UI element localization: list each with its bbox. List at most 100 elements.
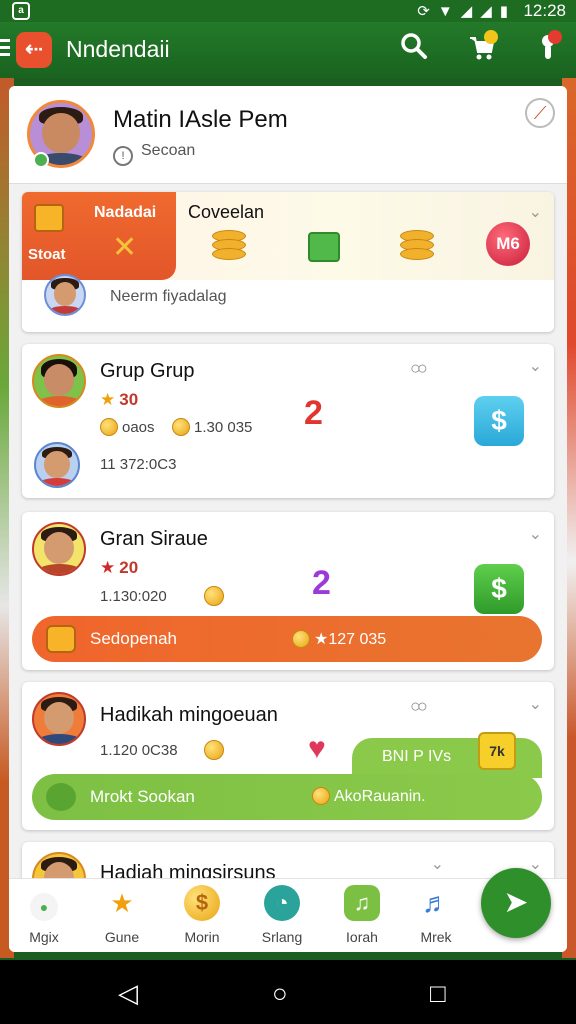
rank-badge-icon: 2: [304, 394, 323, 432]
nav-item-music[interactable]: ♫ Iorah: [327, 885, 397, 945]
chat-icon: ➤: [503, 886, 529, 919]
reward-bar[interactable]: Mrokt Sookan AkoRauanin.: [32, 774, 542, 820]
dollar-icon[interactable]: $: [474, 564, 524, 614]
coin-icon: [204, 586, 224, 606]
reward-bar-label: Sedopenah: [90, 629, 177, 648]
list-item[interactable]: Gran Siraue ★ 20 1.130:020 ⌄ 2 $ Sedopena…: [22, 512, 554, 670]
avatar[interactable]: [34, 442, 80, 488]
coin-icon: [100, 418, 118, 436]
back-icon[interactable]: ◁: [118, 978, 138, 1009]
featured-list-text: Neerm fiyadalag: [110, 288, 227, 305]
coin-stat: 1.30 035: [172, 418, 252, 436]
coin-icon: [204, 740, 224, 760]
star-icon: ★: [100, 390, 116, 409]
card-date: 11 372:0C3: [100, 456, 177, 473]
rating: ★ 20: [100, 558, 139, 577]
clock-icon: !: [113, 146, 133, 166]
rank-badge-icon: 2: [312, 564, 331, 602]
notification-badge: [548, 30, 562, 44]
close-icon[interactable]: ⟋: [525, 98, 555, 128]
avatar[interactable]: [32, 692, 86, 746]
reward-bar-label: Mrokt Sookan: [90, 787, 195, 806]
leaf-icon: [46, 783, 76, 811]
nav-item-rating[interactable]: ★ Gune: [87, 885, 157, 945]
nav-label: Srlang: [261, 929, 303, 945]
rating: ★ 30: [100, 390, 139, 409]
card-stat: 1.120 0C38: [100, 742, 178, 759]
cart-badge: [484, 30, 498, 44]
app-title: Nndendaii: [66, 36, 170, 62]
reward-bar-value: ★127 035: [292, 629, 386, 649]
profile-card[interactable]: Matin IAsle Pem ! Secoan ⟋: [9, 86, 567, 184]
avatar[interactable]: [32, 522, 86, 576]
nav-item-audio[interactable]: ♬ Mrek: [401, 885, 471, 945]
music-note-icon: ♬: [422, 887, 450, 918]
recents-icon[interactable]: □: [430, 978, 446, 1009]
reward-badge-icon: M6: [486, 222, 530, 266]
status-icons: ⟳▼◢◢▮: [417, 3, 516, 20]
gift-box-icon: [46, 625, 76, 653]
user-icon: ◔: [264, 885, 300, 921]
chat-fab-button[interactable]: ➤: [481, 868, 551, 938]
cross-icon: ✕: [112, 231, 138, 264]
reward-bar-value: AkoRauanin.: [312, 787, 426, 806]
profile-name: Matin IAsle Pem: [113, 106, 288, 133]
featured-tab-label: Stoat: [28, 246, 66, 263]
menu-icon[interactable]: [0, 39, 10, 59]
star-icon: ★: [110, 888, 134, 918]
nav-label: Mrek: [420, 929, 452, 945]
nav-item-coins[interactable]: $ Morin: [167, 885, 237, 945]
app-notification-icon: a: [12, 2, 30, 20]
search-icon[interactable]: [396, 32, 432, 68]
list-item[interactable]: Grup Grup ★ 30 oaos 1.30 035 ○○ ⌄ 2 $ 11 …: [22, 344, 554, 498]
star-icon: ★: [100, 558, 116, 577]
system-nav-bar: ◁ ○ □: [0, 960, 576, 1024]
main-panel: Matin IAsle Pem ! Secoan ⟋ Nadadai ✕ Stoa…: [9, 86, 567, 952]
chevron-down-icon[interactable]: ⌄: [431, 854, 444, 874]
music-icon: ♫: [344, 885, 380, 921]
infinity-icon: ○○: [410, 358, 428, 378]
chevron-down-icon[interactable]: ⌄: [529, 694, 542, 714]
back-arrow-icon: ⇠: [24, 36, 44, 61]
featured-card[interactable]: Nadadai ✕ Stoat Coveelan M6 ⌄ Neerm fiya…: [22, 192, 554, 332]
coin-stat: oaos: [100, 418, 155, 436]
infinity-icon: ○○: [410, 696, 428, 716]
nav-label: Gune: [104, 929, 140, 945]
nav-label: Mgix: [29, 929, 59, 945]
card-title: Gran Siraue: [100, 528, 208, 550]
back-button[interactable]: ⇠: [16, 32, 52, 68]
chevron-down-icon[interactable]: ⌄: [529, 524, 542, 544]
home-icon[interactable]: ○: [272, 978, 288, 1009]
card-title: Grup Grup: [100, 360, 195, 382]
chevron-down-icon[interactable]: ⌄: [529, 202, 542, 222]
featured-tab-title: Nadadai: [94, 204, 157, 221]
profile-icon: ●: [30, 893, 58, 921]
nav-item-user[interactable]: ◔ Srlang: [247, 885, 317, 945]
coin-stack-icon: [212, 230, 246, 268]
chevron-down-icon[interactable]: ⌄: [529, 356, 542, 376]
reward-tile-icon[interactable]: 7k: [478, 732, 516, 770]
profile-subtitle: ! Secoan: [113, 142, 195, 166]
nav-label: Morin: [184, 929, 220, 945]
app-bar: ⇠ Nndendaii: [0, 22, 576, 78]
featured-title: Coveelan: [188, 202, 265, 222]
featured-tab[interactable]: Nadadai ✕ Stoat: [22, 192, 176, 280]
list-item[interactable]: Hadikah mingoeuan 1.120 0C38 ○○ ⌄ ♥ BNI …: [22, 682, 554, 830]
heart-icon[interactable]: ♥: [308, 732, 326, 766]
card-title: Hadikah mingoeuan: [100, 704, 278, 726]
nav-label: Iorah: [346, 929, 378, 945]
reward-bar[interactable]: Sedopenah ★127 035: [32, 616, 542, 662]
dollar-icon[interactable]: $: [474, 396, 524, 446]
gift-box-icon: [34, 204, 64, 232]
status-time: 12:28: [523, 1, 566, 20]
avatar[interactable]: [44, 274, 86, 316]
online-status-icon: [33, 152, 49, 168]
nav-item-profile[interactable]: ● Mgix: [9, 885, 79, 945]
status-bar: a ⟳▼◢◢▮ 12:28: [0, 0, 576, 22]
coin-stack-icon: [400, 230, 434, 268]
card-stat: 1.130:020: [100, 588, 167, 605]
avatar[interactable]: [32, 354, 86, 408]
coin-icon: $: [184, 885, 220, 921]
coin-icon: [292, 630, 310, 648]
coin-icon: [312, 787, 330, 805]
